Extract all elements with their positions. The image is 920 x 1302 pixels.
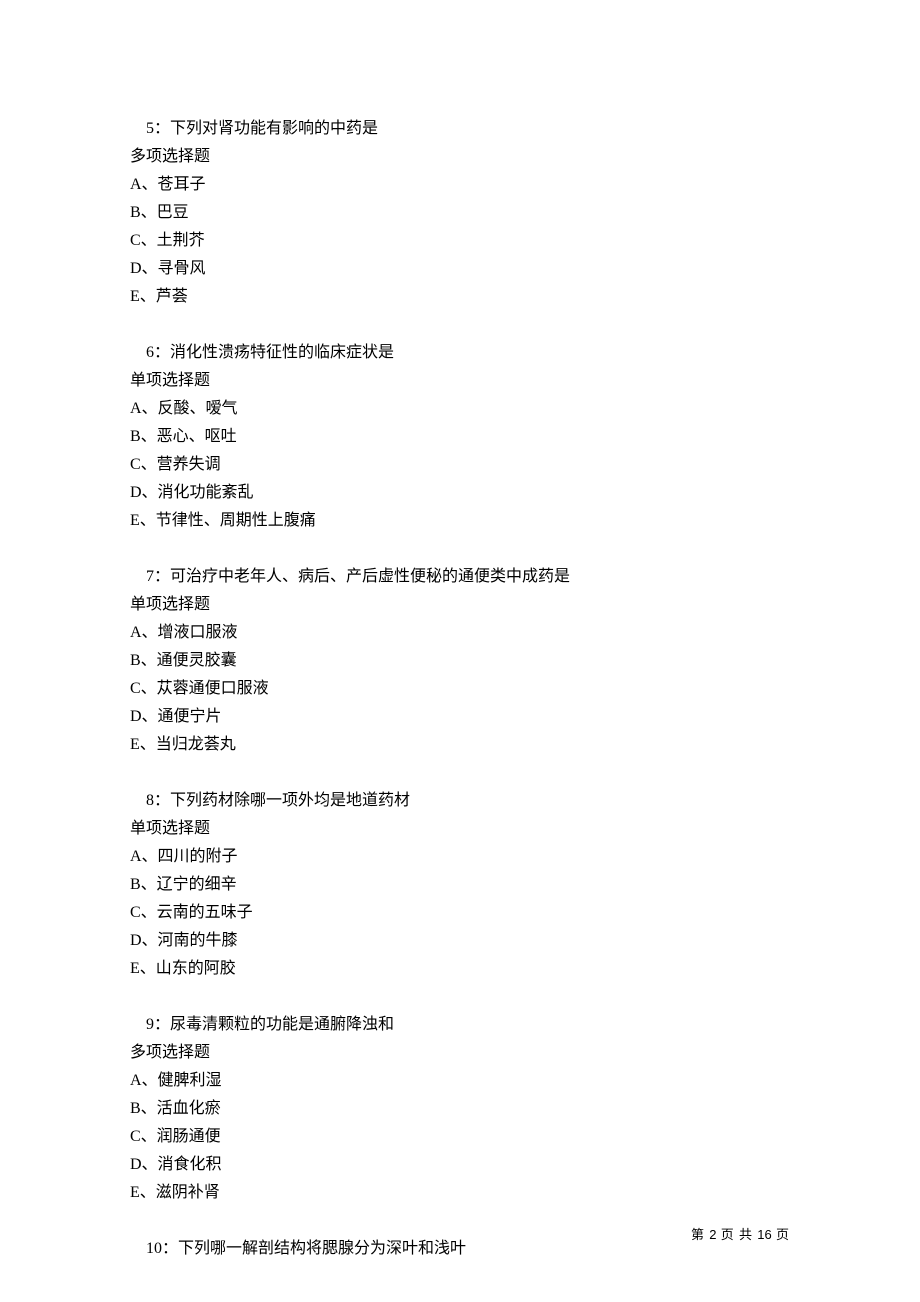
option-b: B、通便灵胶囊 xyxy=(130,647,790,675)
option-d: D、消食化积 xyxy=(130,1151,790,1179)
option-e: E、节律性、周期性上腹痛 xyxy=(130,507,790,535)
footer-mid: 页 共 xyxy=(717,1227,758,1242)
page-footer: 第 2 页 共 16 页 xyxy=(691,1224,790,1247)
footer-suffix: 页 xyxy=(772,1227,790,1242)
question-prompt: 5：下列对肾功能有影响的中药是 xyxy=(130,115,790,143)
option-c: C、云南的五味子 xyxy=(130,899,790,927)
option-e: E、山东的阿胶 xyxy=(130,955,790,983)
question-type: 多项选择题 xyxy=(130,1039,790,1067)
footer-page-number: 2 xyxy=(709,1227,716,1242)
question-type: 单项选择题 xyxy=(130,591,790,619)
question-8: 8：下列药材除哪一项外均是地道药材 单项选择题 A、四川的附子 B、辽宁的细辛 … xyxy=(130,787,790,983)
option-b: B、巴豆 xyxy=(130,199,790,227)
question-prompt: 8：下列药材除哪一项外均是地道药材 xyxy=(130,787,790,815)
question-6: 6：消化性溃疡特征性的临床症状是 单项选择题 A、反酸、嗳气 B、恶心、呕吐 C… xyxy=(130,339,790,535)
question-7: 7：可治疗中老年人、病后、产后虚性便秘的通便类中成药是 单项选择题 A、增液口服… xyxy=(130,563,790,759)
question-prompt: 7：可治疗中老年人、病后、产后虚性便秘的通便类中成药是 xyxy=(130,563,790,591)
question-prompt: 6：消化性溃疡特征性的临床症状是 xyxy=(130,339,790,367)
option-b: B、恶心、呕吐 xyxy=(130,423,790,451)
option-d: D、通便宁片 xyxy=(130,703,790,731)
question-5: 5：下列对肾功能有影响的中药是 多项选择题 A、苍耳子 B、巴豆 C、土荆芥 D… xyxy=(130,115,790,311)
option-d: D、寻骨风 xyxy=(130,255,790,283)
question-type: 多项选择题 xyxy=(130,143,790,171)
option-a: A、苍耳子 xyxy=(130,171,790,199)
option-e: E、当归龙荟丸 xyxy=(130,731,790,759)
option-d: D、消化功能紊乱 xyxy=(130,479,790,507)
footer-total-pages: 16 xyxy=(757,1227,771,1242)
question-9: 9：尿毒清颗粒的功能是通腑降浊和 多项选择题 A、健脾利湿 B、活血化瘀 C、润… xyxy=(130,1011,790,1207)
question-type: 单项选择题 xyxy=(130,367,790,395)
option-c: C、营养失调 xyxy=(130,451,790,479)
option-c: C、润肠通便 xyxy=(130,1123,790,1151)
option-e: E、芦荟 xyxy=(130,283,790,311)
question-prompt: 9：尿毒清颗粒的功能是通腑降浊和 xyxy=(130,1011,790,1039)
page: 5：下列对肾功能有影响的中药是 多项选择题 A、苍耳子 B、巴豆 C、土荆芥 D… xyxy=(0,0,920,1302)
footer-prefix: 第 xyxy=(691,1227,709,1242)
option-a: A、增液口服液 xyxy=(130,619,790,647)
option-b: B、辽宁的细辛 xyxy=(130,871,790,899)
question-type: 单项选择题 xyxy=(130,815,790,843)
option-e: E、滋阴补肾 xyxy=(130,1179,790,1207)
option-a: A、反酸、嗳气 xyxy=(130,395,790,423)
option-b: B、活血化瘀 xyxy=(130,1095,790,1123)
option-a: A、健脾利湿 xyxy=(130,1067,790,1095)
option-c: C、苁蓉通便口服液 xyxy=(130,675,790,703)
option-c: C、土荆芥 xyxy=(130,227,790,255)
option-a: A、四川的附子 xyxy=(130,843,790,871)
option-d: D、河南的牛膝 xyxy=(130,927,790,955)
